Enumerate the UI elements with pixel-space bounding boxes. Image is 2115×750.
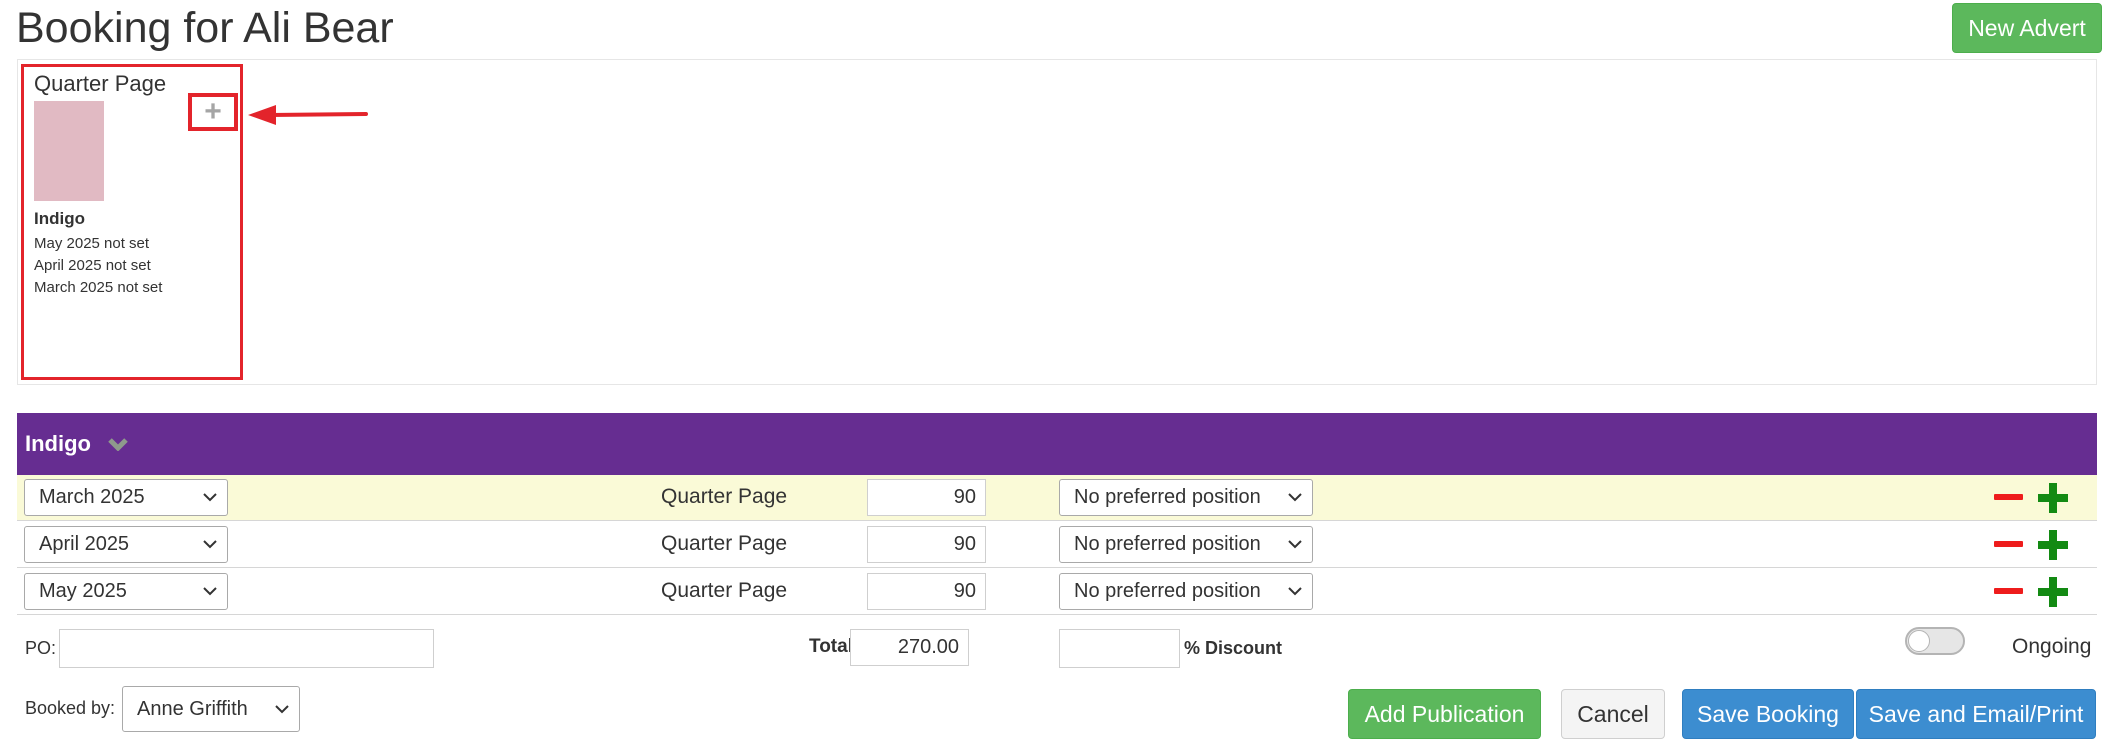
- month-select[interactable]: May 2025: [24, 573, 228, 610]
- chevron-down-icon: [1288, 493, 1302, 502]
- add-publication-button[interactable]: Add Publication: [1348, 689, 1541, 739]
- position-select-value: No preferred position: [1074, 486, 1261, 508]
- month-select[interactable]: March 2025: [24, 479, 228, 516]
- plus-icon: +: [204, 95, 222, 128]
- position-select-value: No preferred position: [1074, 580, 1261, 602]
- save-booking-button[interactable]: Save Booking: [1682, 689, 1854, 739]
- month-select-value: March 2025: [39, 486, 145, 508]
- chevron-down-icon: [203, 493, 217, 502]
- position-select[interactable]: No preferred position: [1059, 573, 1313, 610]
- position-select[interactable]: No preferred position: [1059, 526, 1313, 563]
- month-select[interactable]: April 2025: [24, 526, 228, 563]
- page-title: Booking for Ali Bear: [16, 4, 394, 52]
- chevron-down-icon: [1288, 587, 1302, 596]
- add-artwork-button[interactable]: +: [188, 93, 238, 131]
- advert-card[interactable]: Quarter Page + Indigo May 2025 not set A…: [21, 64, 243, 380]
- minus-icon[interactable]: [1994, 494, 2023, 500]
- total-label: Total: [809, 636, 853, 657]
- month-select-value: May 2025: [39, 580, 127, 602]
- advert-card-publication: Indigo: [34, 209, 85, 228]
- booking-row: March 2025 Quarter Page 90 No preferred …: [17, 475, 2097, 521]
- discount-label: % Discount: [1184, 638, 1283, 658]
- booking-row: April 2025 Quarter Page 90 No preferred …: [17, 522, 2097, 568]
- chevron-down-icon: [275, 705, 289, 714]
- plus-icon[interactable]: [2038, 577, 2068, 607]
- minus-icon[interactable]: [1994, 588, 2023, 594]
- ad-size-label: Quarter Page: [661, 532, 788, 555]
- price-input[interactable]: 90: [867, 526, 986, 563]
- total-input[interactable]: 270.00: [850, 629, 969, 666]
- publication-name: Indigo: [25, 431, 91, 456]
- minus-icon[interactable]: [1994, 541, 2023, 547]
- ad-size-label: Quarter Page: [661, 485, 788, 508]
- arrow-left-icon: [248, 105, 368, 125]
- booked-by-value: Anne Griffith: [137, 697, 248, 720]
- plus-icon[interactable]: [2038, 530, 2068, 560]
- price-input[interactable]: 90: [867, 479, 986, 516]
- advert-card-dates: May 2025 not set April 2025 not set Marc…: [34, 233, 162, 299]
- month-select-value: April 2025: [39, 533, 130, 555]
- toggle-knob: [1908, 630, 1930, 652]
- publication-header[interactable]: Indigo: [17, 413, 2097, 475]
- position-select-value: No preferred position: [1074, 533, 1261, 555]
- ad-size-label: Quarter Page: [661, 579, 788, 602]
- ongoing-toggle[interactable]: [1905, 627, 1965, 655]
- chevron-down-icon: [203, 587, 217, 596]
- cancel-button[interactable]: Cancel: [1561, 689, 1665, 739]
- booking-row: May 2025 Quarter Page 90 No preferred po…: [17, 569, 2097, 615]
- advert-card-date: May 2025 not set: [34, 235, 150, 252]
- chevron-down-icon[interactable]: [107, 437, 129, 451]
- new-advert-button[interactable]: New Advert: [1952, 3, 2102, 53]
- price-input[interactable]: 90: [867, 573, 986, 610]
- advert-card-date: April 2025 not set: [34, 257, 151, 274]
- booked-by-label: Booked by:: [25, 698, 116, 718]
- ongoing-label: Ongoing: [2012, 635, 2092, 658]
- advert-card-date: March 2025 not set: [34, 279, 163, 296]
- chevron-down-icon: [1288, 540, 1302, 549]
- advert-card-title: Quarter Page: [34, 71, 167, 96]
- plus-icon[interactable]: [2038, 483, 2068, 513]
- booked-by-select[interactable]: Anne Griffith: [122, 686, 300, 732]
- po-input[interactable]: [59, 629, 434, 668]
- discount-input[interactable]: [1059, 629, 1180, 668]
- po-label: PO:: [25, 638, 57, 658]
- position-select[interactable]: No preferred position: [1059, 479, 1313, 516]
- chevron-down-icon: [203, 540, 217, 549]
- advert-thumbnail[interactable]: [34, 101, 104, 201]
- save-email-print-button[interactable]: Save and Email/Print: [1856, 689, 2096, 739]
